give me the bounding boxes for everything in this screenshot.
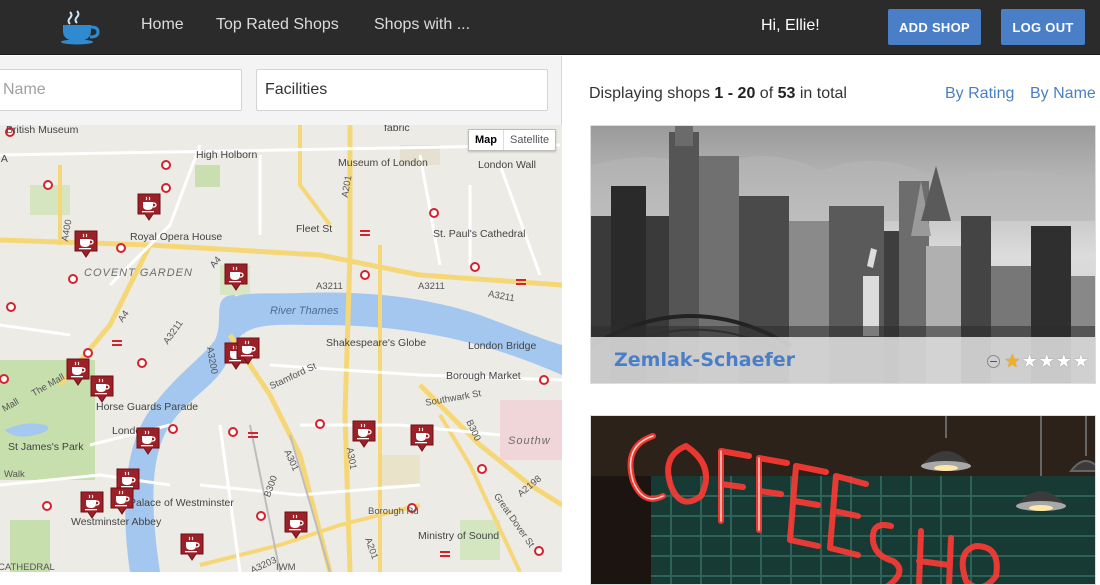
sort-by-rating-link[interactable]: By Rating bbox=[945, 85, 1014, 103]
map-label: CATHEDRAL bbox=[0, 562, 55, 572]
map-label: River Thames bbox=[270, 305, 339, 317]
map-label: Fleet St bbox=[296, 223, 333, 235]
results-suffix: in total bbox=[799, 85, 847, 102]
star-rating: ★ ★ ★ ★ ★ bbox=[987, 352, 1089, 370]
map-label: Borough Market bbox=[446, 370, 521, 382]
coffee-shop-pin-icon[interactable] bbox=[236, 337, 260, 365]
coffee-shop-pin-icon[interactable] bbox=[224, 263, 248, 291]
results-pane: Displaying shops 1 - 20 of 53 in total B… bbox=[563, 56, 1100, 585]
add-shop-button[interactable]: ADD SHOP bbox=[888, 9, 981, 45]
map-label: London Wall bbox=[478, 159, 536, 171]
clear-rating-icon[interactable] bbox=[987, 354, 1001, 368]
results-range-start: 1 bbox=[714, 85, 724, 102]
coffee-cup-icon[interactable] bbox=[58, 8, 102, 46]
results-range-end: 20 bbox=[737, 85, 756, 102]
nav-home-link[interactable]: Home bbox=[141, 16, 184, 34]
shops-map[interactable]: Map Satellite British Museum IA High Hol… bbox=[0, 125, 562, 572]
coffee-shop-pin-icon[interactable] bbox=[90, 375, 114, 403]
map-label: Palace of Westminster bbox=[129, 497, 234, 509]
map-label: Museum of London bbox=[338, 157, 428, 169]
log-out-button[interactable]: LOG OUT bbox=[1001, 9, 1085, 45]
map-label: Shakespeare's Globe bbox=[326, 337, 427, 349]
coffee-shop-pin-icon[interactable] bbox=[80, 491, 104, 519]
coffee-shop-pin-icon[interactable] bbox=[284, 511, 308, 539]
shop-card[interactable] bbox=[590, 415, 1096, 585]
sort-by-name-link[interactable]: By Name bbox=[1030, 85, 1096, 103]
map-label: Borough Rd bbox=[368, 506, 419, 517]
map-type-toggle: Map Satellite bbox=[468, 129, 557, 151]
map-type-map[interactable]: Map bbox=[469, 130, 504, 150]
nav-top-rated-link[interactable]: Top Rated Shops bbox=[216, 16, 339, 34]
top-navbar: Home Top Rated Shops Shops with ... Hi, … bbox=[0, 0, 1100, 55]
map-label: Walk bbox=[4, 469, 25, 480]
coffee-shop-pin-icon[interactable] bbox=[66, 358, 90, 386]
results-total: 53 bbox=[777, 85, 796, 102]
coffee-shop-pin-icon[interactable] bbox=[352, 420, 376, 448]
map-label: COVENT GARDEN bbox=[84, 267, 193, 279]
map-label: IWM bbox=[276, 562, 296, 572]
map-label: St James's Park bbox=[8, 441, 84, 453]
results-count: Displaying shops 1 - 20 of 53 in total bbox=[589, 85, 847, 103]
star-icon[interactable]: ★ bbox=[1004, 352, 1020, 370]
shop-card[interactable]: Zemlak-Schaefer ★ ★ ★ ★ ★ bbox=[590, 125, 1096, 384]
coffee-shop-pin-icon[interactable] bbox=[410, 424, 434, 452]
coffee-shop-pin-icon[interactable] bbox=[110, 487, 134, 515]
facilities-input[interactable] bbox=[256, 69, 548, 111]
coffee-shop-pin-icon[interactable] bbox=[136, 427, 160, 455]
shop-photo bbox=[591, 416, 1095, 584]
star-icon[interactable]: ★ bbox=[1039, 352, 1055, 370]
map-label: High Holborn bbox=[196, 149, 258, 161]
card-title-bar: Zemlak-Schaefer ★ ★ ★ ★ ★ bbox=[591, 337, 1095, 383]
user-greeting: Hi, Ellie! bbox=[761, 17, 820, 34]
star-icon[interactable]: ★ bbox=[1073, 352, 1089, 370]
results-dash: - bbox=[727, 85, 734, 102]
star-icon[interactable]: ★ bbox=[1056, 352, 1072, 370]
map-label: IA bbox=[0, 153, 8, 165]
road-label: A3211 bbox=[316, 281, 343, 292]
map-label: Royal Opera House bbox=[130, 231, 223, 243]
coffee-shop-pin-icon[interactable] bbox=[74, 230, 98, 258]
map-type-satellite[interactable]: Satellite bbox=[504, 130, 555, 150]
map-label: Southw bbox=[508, 435, 551, 447]
road-label: A3211 bbox=[418, 281, 445, 292]
map-label: Ministry of Sound bbox=[418, 530, 500, 542]
map-label: fabric bbox=[384, 125, 410, 134]
coffee-shop-pin-icon[interactable] bbox=[137, 193, 161, 221]
results-of: of bbox=[759, 85, 774, 102]
name-search-input[interactable] bbox=[0, 69, 242, 111]
map-label: British Museum bbox=[6, 125, 79, 136]
map-label: London Bridge bbox=[468, 340, 537, 352]
nav-shops-with-link[interactable]: Shops with ... bbox=[374, 16, 470, 34]
shop-name[interactable]: Zemlak-Schaefer bbox=[614, 349, 795, 371]
star-icon[interactable]: ★ bbox=[1021, 352, 1037, 370]
map-label: St. Paul's Cathedral bbox=[433, 228, 526, 240]
coffee-shop-pin-icon[interactable] bbox=[180, 533, 204, 561]
results-prefix: Displaying shops bbox=[589, 85, 710, 102]
